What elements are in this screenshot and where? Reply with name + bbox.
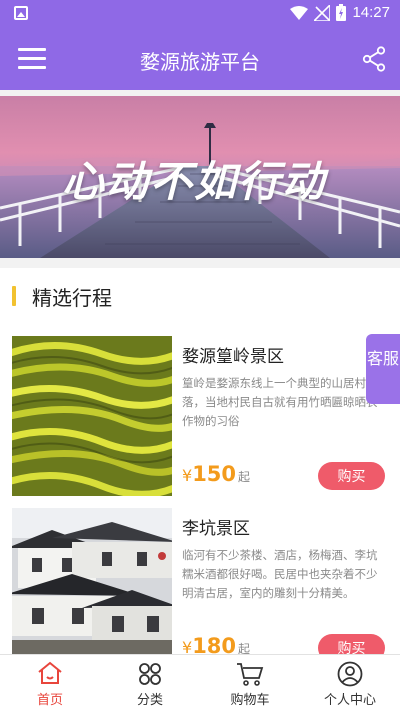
trip-description: 篁岭是婺源东线上一个典型的山居村落，当地村民自古就有用竹晒匾晾晒农作物的习俗 — [182, 376, 378, 428]
trip-image-likeng[interactable] — [12, 508, 172, 654]
nav-item-profile[interactable]: 个人中心 — [300, 655, 400, 711]
customer-service-button[interactable]: 客服 — [366, 334, 400, 404]
banner[interactable]: 心动不如行动 — [0, 96, 400, 258]
terrace-illustration — [12, 336, 172, 496]
section-accent-bar — [12, 286, 16, 306]
featured-trips-section: 精选行程 婺源篁岭景区 篁岭是婺源东线上一个典型的山居村落，当地村民自古就有用竹… — [0, 268, 400, 654]
share-icon[interactable] — [362, 46, 386, 72]
price-unit: 起 — [238, 642, 251, 654]
trip-image-huangling[interactable] — [12, 336, 172, 496]
village-illustration — [12, 508, 172, 654]
wifi-icon — [290, 5, 309, 20]
nav-label: 首页 — [36, 693, 63, 708]
price-value: 150 — [192, 462, 237, 486]
home-icon — [38, 661, 62, 684]
status-icons: 14:27 — [290, 4, 390, 21]
trip-price: ¥180 起 — [182, 634, 250, 654]
status-time: 14:27 — [352, 4, 390, 21]
no-signal-icon — [314, 4, 331, 21]
app-bar: 婺源旅游平台 — [0, 28, 400, 90]
section-header: 精选行程 — [0, 282, 400, 312]
nav-item-home[interactable]: 首页 — [0, 655, 100, 711]
gallery-notification-icon — [14, 6, 28, 20]
trip-card[interactable]: 李坑景区 临河有不少茶楼、酒店，杨梅酒、李坑糯米酒都很好喝。民居中也夹杂着不少明… — [0, 508, 400, 654]
nav-label: 购物车 — [230, 693, 270, 708]
trip-card[interactable]: 婺源篁岭景区 篁岭是婺源东线上一个典型的山居村落，当地村民自古就有用竹晒匾晾晒农… — [0, 336, 400, 498]
status-bar: 14:27 — [0, 0, 400, 28]
trip-name[interactable]: 李坑景区 — [182, 514, 250, 539]
cart-icon — [237, 663, 264, 686]
price-currency: ¥ — [182, 466, 193, 485]
battery-charging-icon — [336, 4, 347, 21]
trip-price: ¥150 起 — [182, 462, 250, 486]
buy-button[interactable]: 购买 — [318, 634, 385, 654]
price-value: 180 — [192, 634, 237, 654]
section-title: 精选行程 — [32, 286, 112, 310]
banner-slogan: 心动不如行动 — [62, 157, 327, 206]
price-unit: 起 — [238, 470, 251, 484]
price-currency: ¥ — [182, 638, 193, 654]
bottom-nav: 首页 分类 购物车 个人中心 — [0, 654, 400, 711]
buy-button[interactable]: 购买 — [318, 462, 385, 490]
nav-item-category[interactable]: 分类 — [100, 655, 200, 711]
nav-label: 个人中心 — [323, 693, 376, 708]
trip-description: 临河有不少茶楼、酒店，杨梅酒、李坑糯米酒都很好喝。民居中也夹杂着不少明清古居，室… — [182, 548, 378, 600]
nav-item-cart[interactable]: 购物车 — [200, 655, 300, 711]
category-icon — [139, 663, 161, 685]
page-title: 婺源旅游平台 — [140, 50, 260, 74]
trip-name[interactable]: 婺源篁岭景区 — [182, 342, 284, 367]
nav-label: 分类 — [136, 693, 163, 708]
user-icon — [337, 661, 363, 687]
